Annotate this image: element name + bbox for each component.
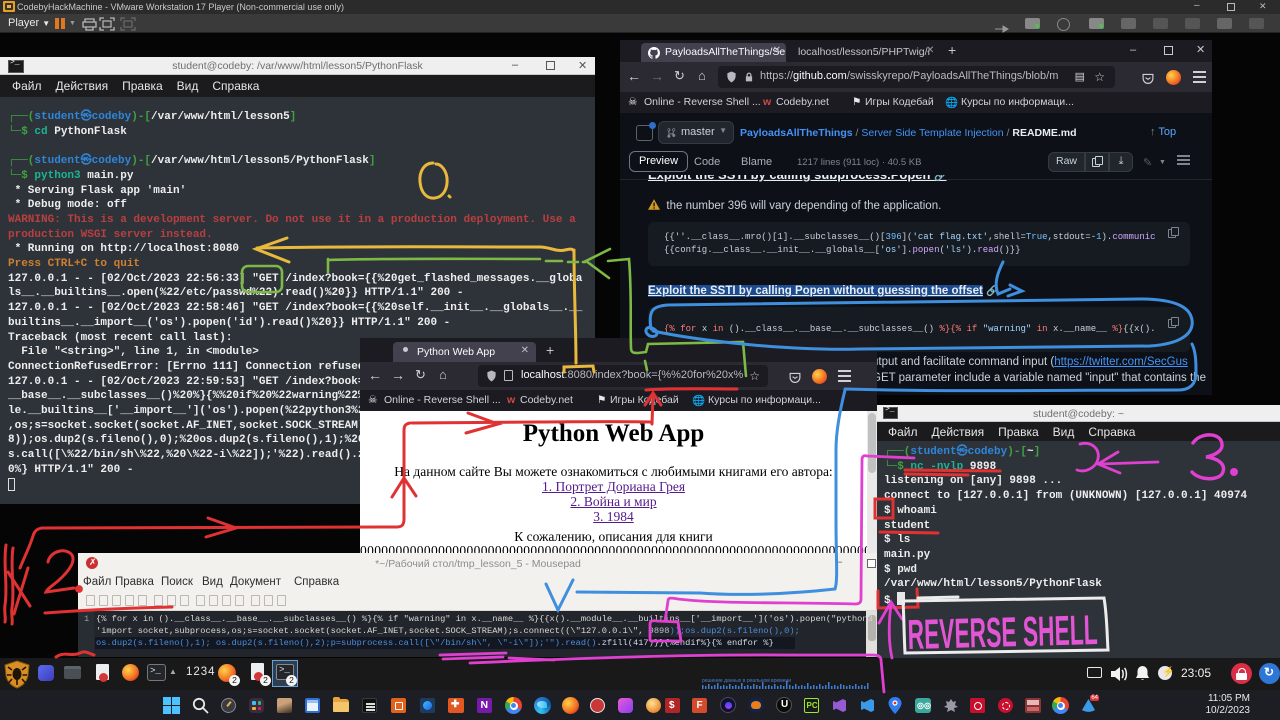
svg-text:решение данных в реальном врем: решение данных в реальном времени	[702, 678, 791, 684]
